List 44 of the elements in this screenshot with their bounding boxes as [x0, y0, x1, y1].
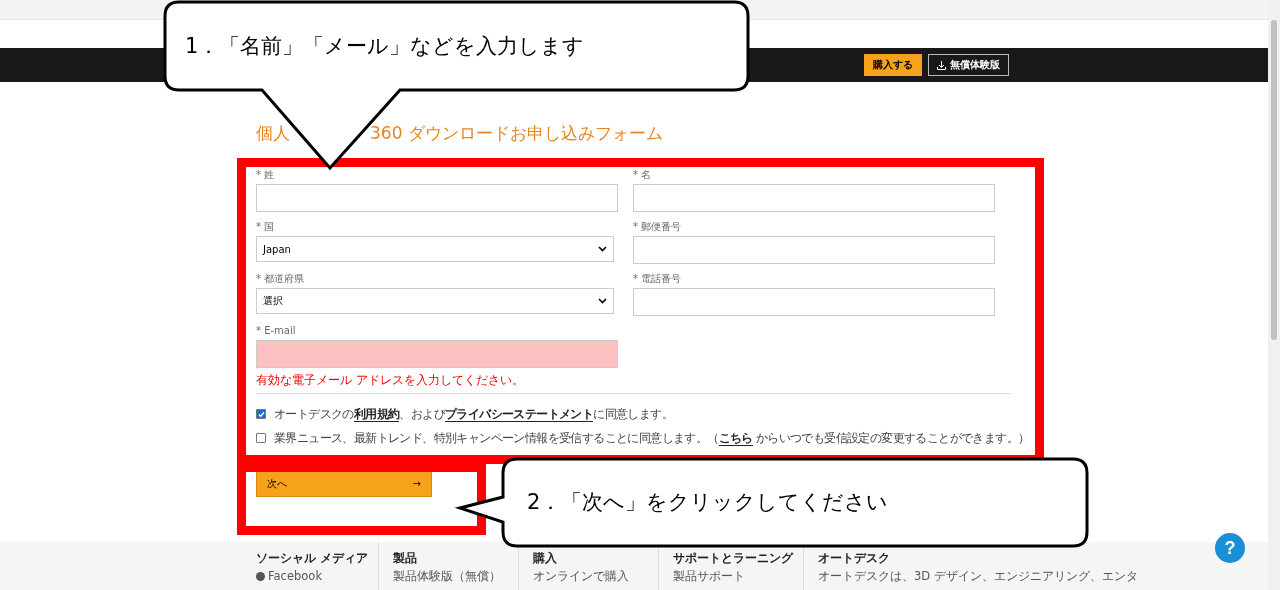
input-field[interactable] [633, 236, 995, 264]
select-field[interactable]: Japan [256, 236, 614, 262]
callout-text: 1．「名前」「メール」などを入力します [185, 33, 585, 60]
input-field[interactable] [633, 184, 995, 212]
footer-heading: サポートとラーニング [673, 551, 793, 565]
error-message: 有効な電子メール アドレスを入力してください。 [256, 373, 525, 387]
consent-text: オートデスクの利用規約、およびプライバシーステートメント に同意します。 [274, 406, 674, 422]
trial-button[interactable]: 無償体験版 [928, 54, 1009, 76]
field-label: * 電話番号 [633, 273, 683, 285]
footer-heading: 製品 [393, 551, 418, 565]
input-field[interactable] [633, 288, 995, 316]
footer-link[interactable]: オートデスクは、3D デザイン、エンジニアリング、エンタ [818, 569, 1138, 583]
footer-heading: 購入 [533, 551, 558, 565]
input-field[interactable] [256, 184, 618, 212]
download-icon [937, 60, 946, 70]
checkbox[interactable] [256, 409, 266, 419]
callout-text: 2．「次へ」をクリックしてください [527, 489, 889, 516]
chevron-down-icon [598, 246, 607, 252]
footer-heading: ソーシャル メディア [256, 551, 368, 565]
select-field[interactable]: 選択 [256, 288, 614, 314]
consent-link[interactable]: 利用規約 [353, 406, 400, 422]
form-title: 360 ダウンロードお申し込みフォーム [370, 122, 663, 145]
help-button[interactable]: ? [1215, 533, 1245, 563]
next-button[interactable]: 次へ → [256, 470, 432, 497]
buy-button[interactable]: 購入する [864, 54, 922, 76]
chevron-down-icon [598, 298, 607, 304]
facebook-icon [256, 571, 265, 581]
footer-link[interactable]: 製品サポート [673, 569, 793, 583]
footer-link[interactable]: オンラインで購入 [533, 569, 648, 583]
field-label: * 姓 [256, 169, 276, 181]
field-label: * E-mail [256, 325, 297, 337]
consent-text: 業界ニュース、最新トレンド、特別キャンペーン情報を受信することに同意します。（こちら からいつでも受信設定の変更することができます。） [274, 430, 1030, 446]
field-label: * 都道府県 [256, 273, 306, 285]
consent-link[interactable]: こちら [718, 430, 753, 446]
footer-link[interactable]: Facebook [256, 569, 368, 583]
input-field[interactable] [256, 340, 618, 368]
field-label: * 郵便番号 [633, 221, 683, 233]
form-title: 個人 [256, 122, 290, 145]
consent-link[interactable]: プライバシーステートメント [445, 406, 594, 422]
field-label: * 国 [256, 221, 276, 233]
checkbox[interactable] [256, 433, 266, 443]
footer-heading: オートデスク [818, 551, 891, 565]
footer-link[interactable]: 製品体験版（無償） [393, 569, 508, 583]
field-label: * 名 [633, 169, 653, 181]
